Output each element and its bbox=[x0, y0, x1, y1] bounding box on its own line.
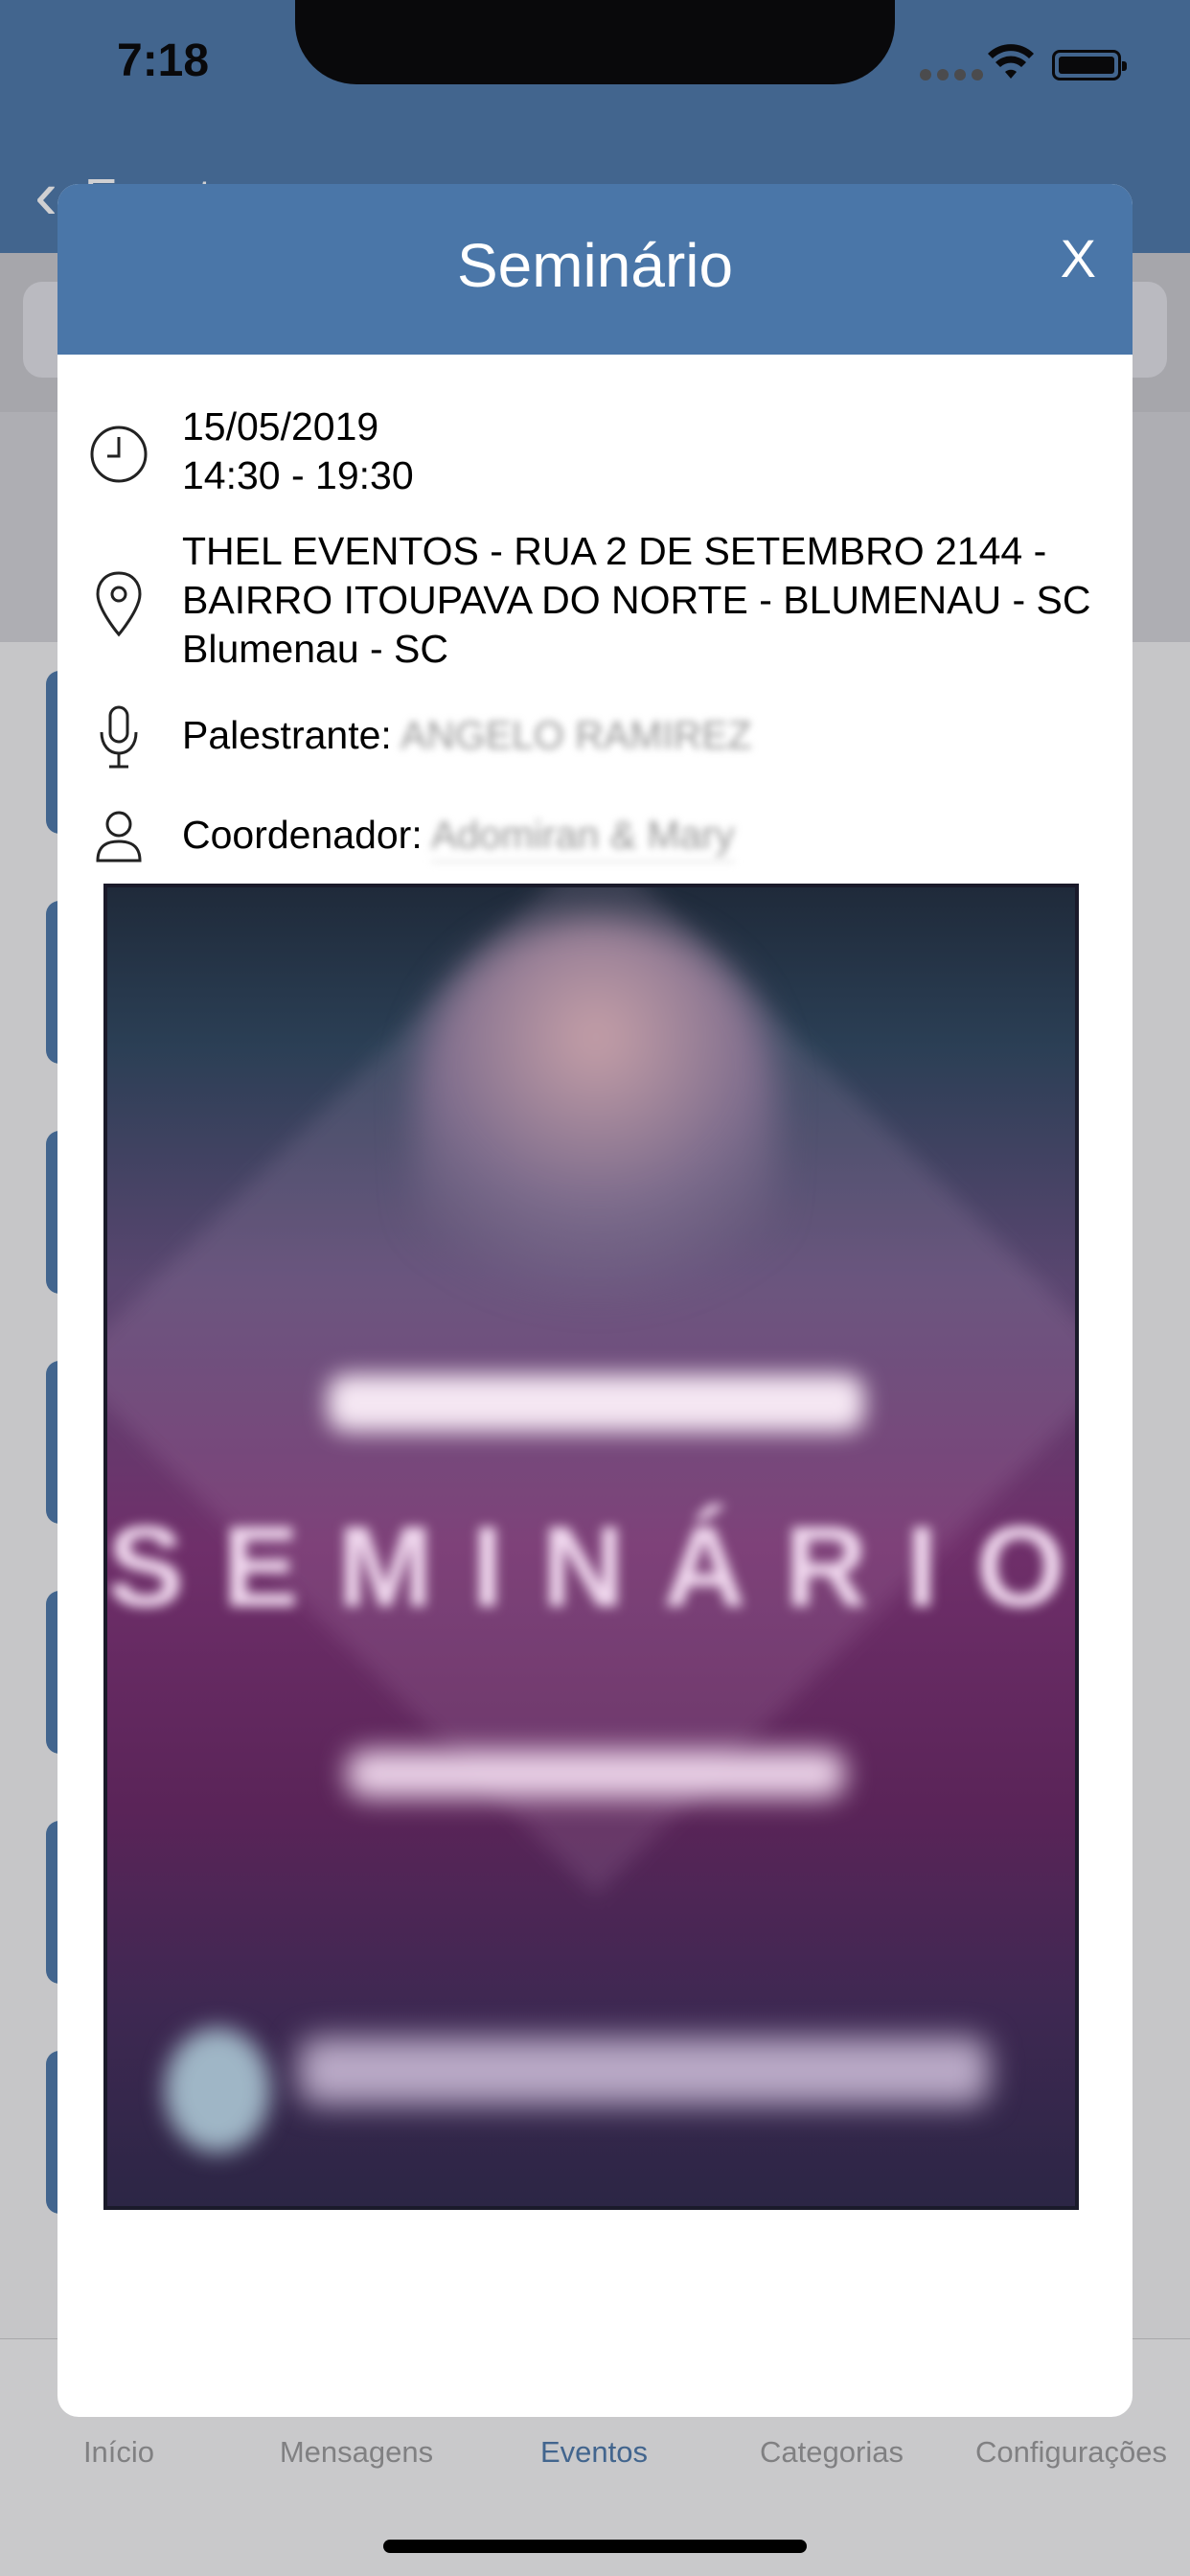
address-line-3: Blumenau - SC bbox=[182, 627, 449, 671]
poster-logo bbox=[165, 2028, 270, 2152]
speaker-name: ANGELO RAMIREZ bbox=[400, 713, 752, 757]
event-poster-image: SEMINÁRIO bbox=[103, 884, 1079, 2210]
event-date: 15/05/2019 bbox=[182, 404, 379, 448]
address-line-1: THEL EVENTOS - RUA 2 DE SETEMBRO 2144 - bbox=[182, 529, 1047, 573]
speaker-field: Palestrante: ANGELO RAMIREZ bbox=[182, 711, 1117, 760]
poster-title: SEMINÁRIO bbox=[107, 1503, 1079, 1631]
location-pin-icon bbox=[96, 571, 142, 637]
address-line-2: BAIRRO ITOUPAVA DO NORTE - BLUMENAU - SC bbox=[182, 578, 1091, 622]
home-indicator bbox=[383, 2540, 807, 2553]
event-detail-modal: Seminário X 15/05/2019 14:30 - 19:30 THE… bbox=[57, 184, 1133, 2417]
coordinator-name: Adomiran & Mary bbox=[430, 813, 735, 862]
coordinator-field: Coordenador: Adomiran & Mary bbox=[182, 811, 1117, 862]
modal-header: Seminário X bbox=[57, 184, 1133, 355]
clock-icon bbox=[90, 426, 148, 483]
close-button[interactable]: X bbox=[1061, 232, 1096, 286]
person-icon bbox=[96, 811, 142, 862]
modal-title: Seminário bbox=[456, 231, 734, 300]
event-time: 14:30 - 19:30 bbox=[182, 453, 414, 497]
coordinator-label: Coordenador: bbox=[182, 813, 423, 857]
microphone-icon bbox=[100, 705, 138, 769]
screen: 7:18 ‹ Eventos Início Mensagens Eventos … bbox=[0, 0, 1190, 2576]
speaker-label: Palestrante: bbox=[182, 713, 392, 757]
